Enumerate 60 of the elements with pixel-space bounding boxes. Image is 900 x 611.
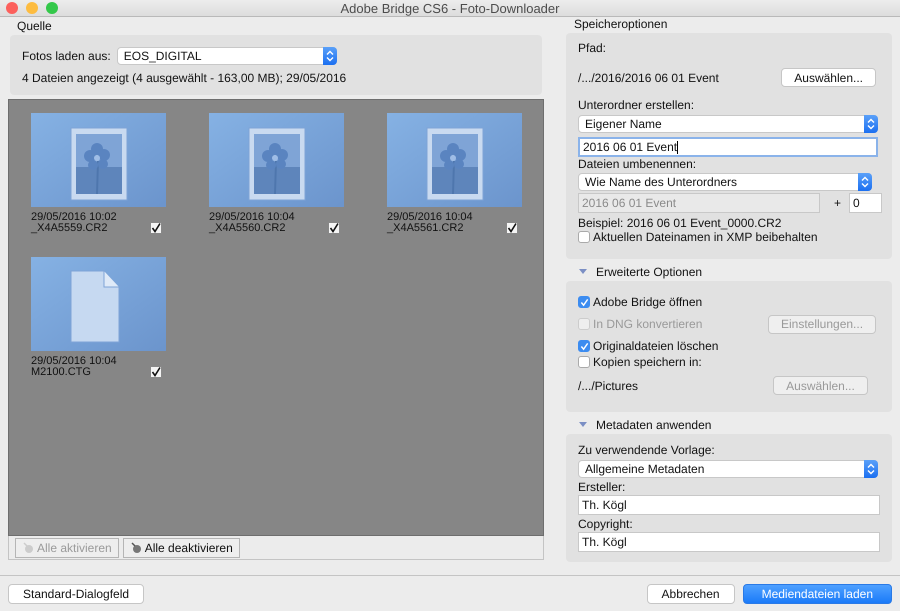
image-file-icon[interactable] [209, 113, 344, 207]
checkmark-icon [580, 342, 588, 350]
field-label: Pfad: [578, 41, 606, 55]
choose-button[interactable]: Auswählen... [781, 68, 876, 87]
file-date: 29/05/2016 10:04 [31, 356, 117, 367]
advanced-options-toggle[interactable]: Erweiterte Optionen [578, 265, 702, 279]
image-file-icon[interactable] [387, 113, 522, 207]
file-name: _X4A5561.CR2 [387, 223, 464, 234]
file-date: 29/05/2016 10:02 [31, 212, 117, 223]
example-text: Beispiel: 2016 06 01 Event_0000.CR2 [578, 216, 782, 230]
field-label: Ersteller: [578, 480, 626, 494]
image-file-icon[interactable] [31, 113, 166, 207]
text-field[interactable]: Th. Kögl [578, 495, 880, 515]
option-checkbox[interactable]: Originaldateien löschen [578, 339, 718, 353]
zoom-icon[interactable] [46, 2, 58, 14]
field-label: Copyright: [578, 517, 633, 531]
file-date: 29/05/2016 10:04 [209, 212, 295, 223]
field-label: Unterordner erstellen: [578, 98, 694, 112]
file-date: 29/05/2016 10:04 [387, 212, 473, 223]
option-checkbox[interactable]: Adobe Bridge öffnen [578, 295, 702, 309]
file-name: _X4A5559.CR2 [31, 223, 108, 234]
brush-icon [22, 542, 34, 554]
file-info: 4 Dateien angezeigt (4 ausgewählt - 163,00 MB); 29/05/2016 [22, 71, 346, 85]
file-checkbox[interactable] [150, 366, 162, 378]
cancel-button[interactable]: Abbrechen [646, 584, 735, 604]
file-checkbox[interactable] [150, 222, 162, 234]
file-checkbox[interactable] [506, 222, 518, 234]
text-field[interactable]: Th. Kögl [578, 532, 880, 552]
field-label: Fotos laden aus: [22, 49, 111, 63]
minimize-icon[interactable] [26, 2, 38, 14]
path-text: /.../Pictures [578, 378, 638, 392]
plus-sign: + [834, 196, 842, 210]
field-label: Dateien umbenennen: [578, 157, 696, 171]
template-select[interactable]: Allgemeine Metadaten [578, 460, 878, 478]
window-title: Adobe Bridge CS6 - Foto-Downloader [340, 0, 560, 16]
metadata-toggle[interactable]: Metadaten anwenden [578, 418, 712, 432]
file-name: _X4A5560.CR2 [209, 223, 286, 234]
close-icon[interactable] [6, 2, 18, 14]
stepper-icon [322, 47, 337, 65]
field-label: Zu verwendende Vorlage: [578, 443, 715, 457]
stepper-icon [864, 460, 878, 478]
counter-field[interactable]: 0 [849, 193, 882, 213]
rename-select[interactable]: Wie Name des Unterordners [578, 173, 872, 191]
option-checkbox[interactable]: Kopien speichern in: [578, 355, 702, 369]
checkmark-icon [580, 298, 588, 306]
subfolder-name-field[interactable]: 2016 06 01 Event [578, 137, 878, 157]
file-name: M2100.CTG [31, 367, 91, 378]
path-text: /.../2016/2016 06 01 Event [578, 70, 719, 84]
stepper-icon [858, 173, 872, 191]
brush-icon [130, 542, 142, 554]
disable-all-button[interactable]: Alle deaktivieren [122, 538, 240, 558]
section-title: Speicheroptionen [574, 17, 668, 31]
document-icon[interactable] [31, 257, 166, 351]
subfolder-select[interactable]: Eigener Name [578, 115, 878, 133]
file-checkbox[interactable] [328, 222, 340, 234]
stepper-icon [864, 115, 878, 133]
default-dialog-button[interactable]: Standard-Dialogfeld [8, 584, 144, 604]
device-select[interactable]: EOS_DIGITAL [116, 47, 337, 65]
section-title: Quelle [17, 19, 52, 33]
keep-name-checkbox[interactable]: Aktuellen Dateinamen in XMP beibehalten [578, 230, 818, 244]
